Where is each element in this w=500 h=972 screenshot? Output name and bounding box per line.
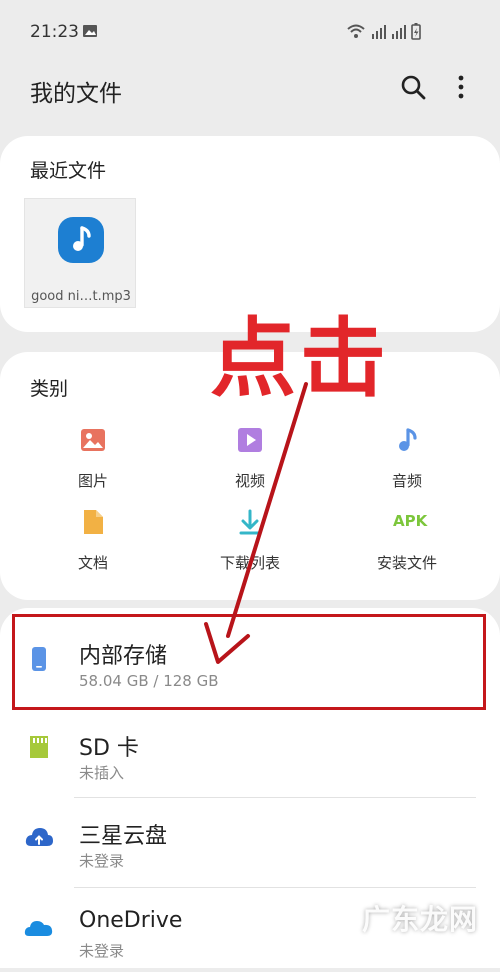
highlight-box xyxy=(12,614,486,710)
annotation-text: 点击 xyxy=(210,309,390,409)
onedrive-icon xyxy=(24,921,53,936)
category-label: 图片 xyxy=(77,472,108,490)
storage-item-samsung-cloud[interactable]: 三星云盘 未登录 xyxy=(0,798,500,882)
recent-files-title: 最近文件 xyxy=(30,160,107,182)
category-label: 文档 xyxy=(77,554,108,572)
music-note-icon xyxy=(58,217,104,263)
storage-name: OneDrive xyxy=(79,908,183,933)
category-videos[interactable]: 视频 xyxy=(180,426,320,500)
image-icon xyxy=(81,429,105,451)
category-downloads[interactable]: 下载列表 xyxy=(180,508,320,582)
category-label: 音频 xyxy=(391,472,422,490)
category-label: 下载列表 xyxy=(219,554,280,572)
samsung-cloud-icon xyxy=(25,828,53,846)
gallery-notification-icon xyxy=(83,25,97,37)
storage-status: 未插入 xyxy=(79,764,125,782)
storage-name: SD 卡 xyxy=(79,736,139,761)
video-icon xyxy=(238,428,262,452)
download-icon xyxy=(239,509,261,535)
category-label: 安装文件 xyxy=(376,554,437,572)
battery-icon xyxy=(411,23,421,40)
storage-name: 三星云盘 xyxy=(79,824,168,849)
category-documents[interactable]: 文档 xyxy=(23,508,163,582)
search-icon[interactable] xyxy=(398,72,428,102)
storage-item-sd-card[interactable]: SD 卡 未插入 xyxy=(0,708,500,792)
watermark: 广东龙网 xyxy=(362,903,479,936)
status-time: 21:23 xyxy=(30,22,79,42)
status-bar: 21:23 xyxy=(0,0,500,64)
category-images[interactable]: 图片 xyxy=(23,426,163,500)
category-label: 视频 xyxy=(234,472,265,490)
audio-icon xyxy=(399,428,417,451)
signal-icon xyxy=(372,25,406,39)
apk-badge: APK xyxy=(393,512,428,530)
categories-title: 类别 xyxy=(30,378,69,400)
category-audio[interactable]: 音频 xyxy=(337,426,477,500)
apk-icon: APK xyxy=(393,508,428,536)
status-icons xyxy=(347,23,421,40)
page-title: 我的文件 xyxy=(30,81,122,107)
document-icon xyxy=(84,510,103,534)
recent-file-name: good ni…t.mp3 xyxy=(31,289,131,304)
storage-status: 未登录 xyxy=(79,852,125,870)
wifi-icon xyxy=(347,24,365,38)
more-options-icon[interactable] xyxy=(450,72,472,102)
sd-card-icon xyxy=(30,736,48,758)
recent-file-item[interactable]: good ni…t.mp3 xyxy=(24,198,136,308)
category-installers[interactable]: APK 安装文件 xyxy=(337,508,477,582)
